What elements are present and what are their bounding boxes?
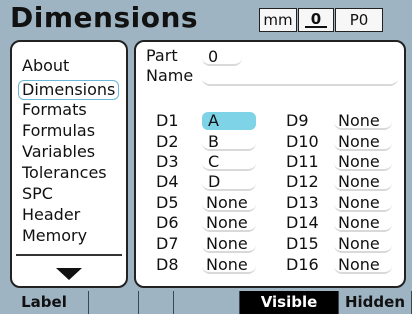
dimension-field[interactable]: None [334,194,392,212]
sidebar-menu: About Dimensions Formats Formulas Variab… [10,40,128,288]
dimension-field[interactable]: None [334,256,392,274]
part-label: Part [146,46,178,65]
dimension-label: D14 [286,213,319,232]
preset-indicator[interactable]: P0 [335,8,383,32]
dimension-label: D9 [286,111,309,130]
dimension-field[interactable]: None [334,133,392,151]
dimension-field[interactable]: A [202,112,256,130]
sidebar-item-spc[interactable]: SPC [22,184,53,204]
dimension-field[interactable]: B [202,133,256,151]
label-softkey[interactable]: Label [0,291,89,314]
sidebar-item-dimensions[interactable]: Dimensions [18,80,120,100]
axis-baseline-icon [305,26,327,28]
softkey-3[interactable] [139,291,174,314]
dimension-label: D4 [156,172,179,191]
dimension-label: D12 [286,172,319,191]
dimension-label: D3 [156,152,179,171]
sidebar-item-formulas[interactable]: Formulas [22,121,95,141]
dimension-label: D2 [156,132,179,151]
dimension-field[interactable]: None [202,256,256,274]
dimension-field[interactable]: None [334,214,392,232]
units-indicator[interactable]: mm [259,8,297,32]
dimension-label: D1 [156,111,179,130]
axis-zero-indicator[interactable]: 0 [298,8,334,32]
sidebar-item-variables[interactable]: Variables [22,142,95,162]
dimension-label: D13 [286,193,319,212]
dimension-field[interactable]: C [202,153,256,171]
dimension-label: D5 [156,193,179,212]
page-title: Dimensions [10,1,199,34]
dimension-field[interactable]: None [334,153,392,171]
sidebar-divider [16,254,122,256]
dimension-field[interactable]: None [334,235,392,253]
dimension-label: D8 [156,255,179,274]
sidebar-item-tolerances[interactable]: Tolerances [22,163,107,183]
sidebar-item-header[interactable]: Header [22,205,80,225]
dimension-label: D6 [156,213,179,232]
sidebar-item-about[interactable]: About [22,56,69,76]
dimension-field[interactable]: None [334,112,392,130]
dimension-label: D16 [286,255,319,274]
scroll-down-arrow-icon[interactable] [56,268,82,282]
dimension-field[interactable]: D [202,173,256,191]
name-field[interactable] [202,66,398,86]
dimension-field[interactable]: None [334,173,392,191]
dimension-label: D10 [286,132,319,151]
dimensions-panel: Part 0 Name D1 A D2 B D3 C D4 D D5 None D6 None D7 No… [134,40,406,288]
dimension-field[interactable]: None [202,194,256,212]
sidebar-item-formats[interactable]: Formats [22,100,87,120]
softkey-4[interactable] [174,291,240,314]
dimension-field[interactable]: None [202,214,256,232]
softkey-2[interactable] [89,291,139,314]
hidden-softkey[interactable]: Hidden [339,291,412,314]
dimension-label: D15 [286,234,319,253]
title-bar: Dimensions mm 0 P0 [0,0,412,38]
dimension-label: D7 [156,234,179,253]
part-field[interactable]: 0 [202,48,242,66]
name-label: Name [146,66,194,85]
visible-softkey[interactable]: Visible [240,291,339,314]
dimension-label: D11 [286,152,319,171]
sidebar-item-memory[interactable]: Memory [22,226,87,246]
dimension-field[interactable]: None [202,235,256,253]
